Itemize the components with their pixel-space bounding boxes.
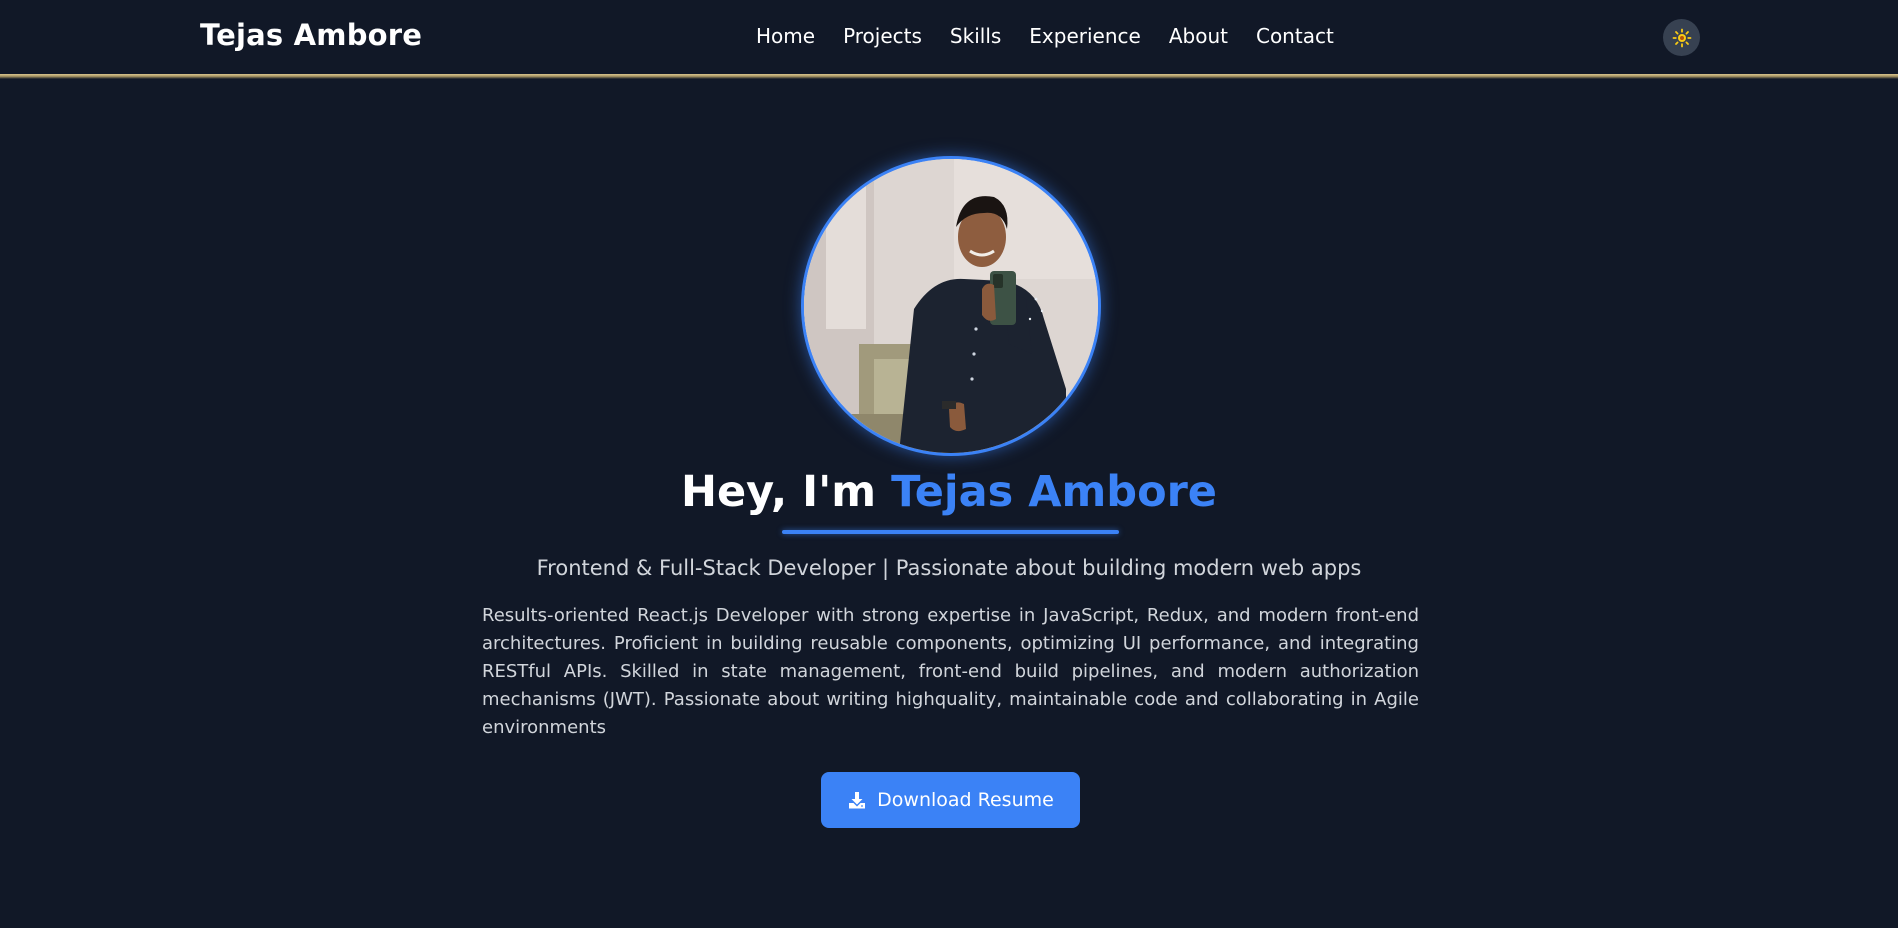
heading-underline — [782, 530, 1119, 534]
hero-description: Results-oriented React.js Developer with… — [482, 605, 1419, 738]
hero-greeting: Hey, I'm — [681, 467, 892, 517]
hero-heading: Hey, I'm Tejas Ambore — [0, 462, 1898, 522]
hero-subtitle: Frontend & Full-Stack Developer | Passio… — [536, 556, 1362, 580]
download-resume-button[interactable]: Download Resume — [821, 772, 1080, 828]
hero-section: Hey, I'm Tejas Ambore Frontend & Full-St… — [0, 0, 1898, 928]
download-icon — [849, 792, 866, 809]
profile-photo — [801, 156, 1101, 456]
profile-photo-image — [804, 159, 1098, 453]
hero-name: Tejas Ambore — [891, 467, 1217, 517]
download-resume-label: Download Resume — [877, 789, 1054, 811]
